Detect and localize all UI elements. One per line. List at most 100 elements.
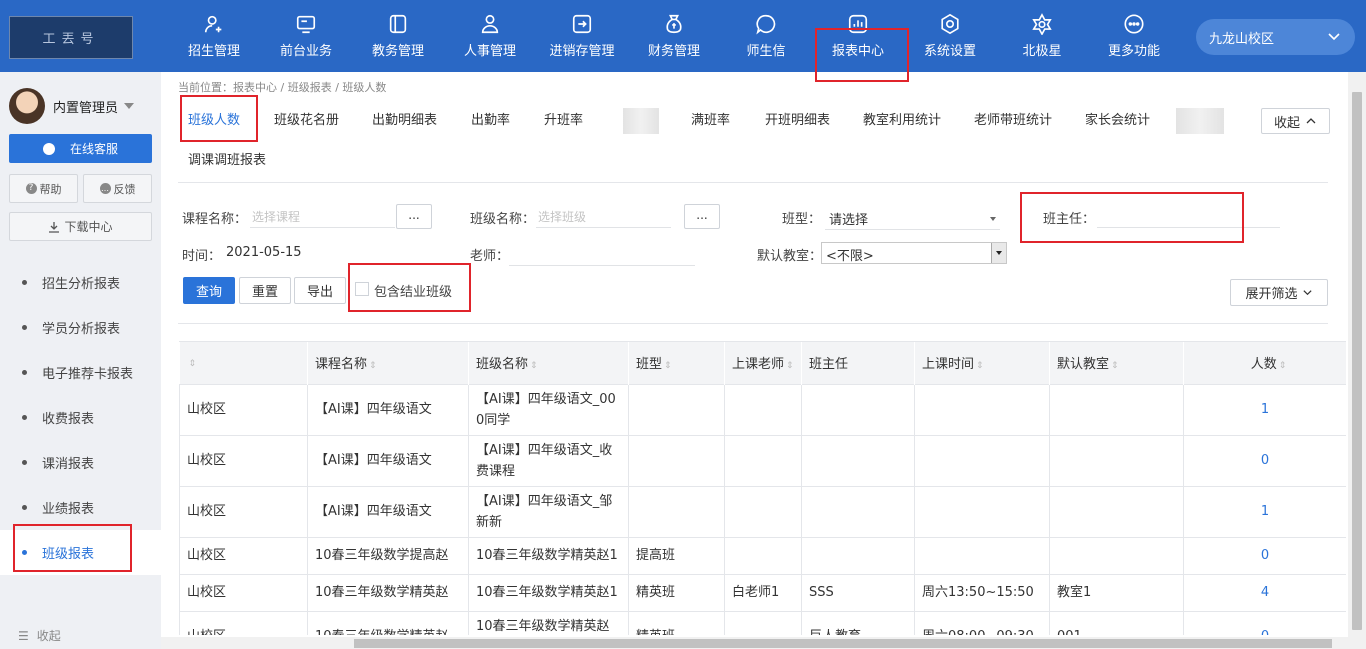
sidebar-item-class-report[interactable]: 班级报表 bbox=[0, 530, 161, 575]
tab-attendance-detail[interactable]: 出勤明细表 bbox=[372, 102, 437, 140]
reset-button[interactable]: 重置 bbox=[239, 277, 291, 304]
type-select-value: 请选择 bbox=[829, 213, 869, 228]
column-header[interactable]: 默认教室 ⇕ bbox=[1049, 342, 1184, 384]
column-header[interactable]: 班级名称 ⇕ bbox=[468, 342, 629, 384]
column-header[interactable]: 班型 ⇕ bbox=[628, 342, 725, 384]
head-teacher-input[interactable] bbox=[1097, 204, 1280, 228]
table-cell: 【AI课】四年级语文_000同学 bbox=[468, 383, 629, 436]
student-count-link[interactable]: 4 bbox=[1183, 573, 1346, 612]
table-row: 山校区 【AI课】四年级语文 【AI课】四年级语文_收费课程 0 bbox=[179, 434, 1346, 487]
tab-parent-meeting[interactable]: 家长会统计 bbox=[1085, 102, 1150, 140]
download-center-button[interactable]: 下载中心 bbox=[9, 212, 152, 241]
teacher-input[interactable] bbox=[509, 242, 695, 266]
column-header[interactable]: 上课时间 ⇕ bbox=[914, 342, 1050, 384]
bullet-icon bbox=[22, 550, 27, 555]
user-menu[interactable]: 内置管理员 bbox=[9, 88, 135, 124]
nav-item-reports[interactable]: 报表中心 bbox=[812, 0, 904, 72]
table-cell: 周六13:50~15:50 bbox=[914, 573, 1050, 612]
tab-promotion-rate[interactable]: 升班率 bbox=[544, 102, 583, 140]
table-cell bbox=[724, 434, 802, 487]
nav-item-messages[interactable]: 师生信 bbox=[720, 0, 812, 72]
column-header[interactable]: 课程名称 ⇕ bbox=[307, 342, 469, 384]
student-count-link[interactable]: 1 bbox=[1183, 485, 1346, 538]
horizontal-scrollbar[interactable] bbox=[161, 637, 1348, 649]
bullet-icon bbox=[22, 415, 27, 420]
tab-roster[interactable]: 班级花名册 bbox=[274, 102, 339, 140]
expand-filters-button[interactable]: 展开筛选 bbox=[1230, 279, 1328, 306]
tab-attendance-rate[interactable]: 出勤率 bbox=[471, 102, 510, 140]
feedback-label: 反馈 bbox=[113, 182, 136, 196]
type-select[interactable]: 请选择 bbox=[825, 206, 1000, 230]
query-button[interactable]: 查询 bbox=[183, 277, 235, 304]
sidebar-collapse-button[interactable]: ☰ 收起 bbox=[18, 627, 61, 644]
student-count-link[interactable]: 0 bbox=[1183, 536, 1346, 575]
help-button[interactable]: ? 帮助 bbox=[9, 174, 78, 203]
nav-item-academic[interactable]: 教务管理 bbox=[352, 0, 444, 72]
sidebar-item-enrollment-analysis[interactable]: 招生分析报表 bbox=[0, 260, 161, 305]
column-header-label: 人数 bbox=[1250, 357, 1277, 373]
vertical-scrollbar[interactable] bbox=[1348, 72, 1366, 649]
student-count-link[interactable]: 0 bbox=[1183, 434, 1346, 487]
tab-class-count[interactable]: 班级人数 bbox=[188, 102, 240, 140]
column-header-label: 班级名称 bbox=[476, 357, 529, 373]
sidebar-item-fee-report[interactable]: 收费报表 bbox=[0, 395, 161, 440]
collapse-tabs-button[interactable]: 收起 bbox=[1261, 108, 1330, 134]
table-cell bbox=[628, 485, 725, 538]
room-select[interactable]: <不限> bbox=[821, 242, 1007, 264]
sidebar-item-student-analysis[interactable]: 学员分析报表 bbox=[0, 305, 161, 350]
nav-item-hr[interactable]: 人事管理 bbox=[444, 0, 536, 72]
include-graduated-label[interactable]: 包含结业班级 bbox=[374, 281, 452, 300]
sidebar-item-performance-report[interactable]: 业绩报表 bbox=[0, 485, 161, 530]
student-count-link[interactable]: 0 bbox=[1183, 610, 1346, 635]
table-cell: 10春三年级数学精英赵 bbox=[307, 610, 469, 635]
column-header: 班主任 bbox=[801, 342, 915, 384]
nav-item-inventory[interactable]: 进销存管理 bbox=[536, 0, 628, 72]
nav-label: 师生信 bbox=[746, 44, 786, 59]
sort-icon: ⇕ bbox=[1111, 361, 1119, 372]
tab-opening-detail[interactable]: 开班明细表 bbox=[765, 102, 830, 140]
expand-filters-label: 展开筛选 bbox=[1245, 287, 1298, 302]
nav-item-finance[interactable]: 财务管理 bbox=[628, 0, 720, 72]
main-content: 当前位置：报表中心 / 班级报表 / 班级人数 班级人数 班级花名册 出勤明细表… bbox=[161, 72, 1366, 649]
nav-label: 进销存管理 bbox=[549, 44, 615, 59]
column-header[interactable]: ⇕ bbox=[179, 342, 308, 384]
collapse-tabs-label: 收起 bbox=[1273, 115, 1300, 131]
nav-item-settings[interactable]: 系统设置 bbox=[904, 0, 996, 72]
nav-item-enrollment[interactable]: 招生管理 bbox=[168, 0, 260, 72]
tab-transfer-report[interactable]: 调课调班报表 bbox=[188, 142, 266, 180]
main-nav: 招生管理 前台业务 教务管理 人事管理 进销存管理 财务管理 师生信 报表中心 bbox=[168, 0, 1180, 72]
company-logo[interactable]: 工丟号 bbox=[9, 16, 133, 59]
table-cell: 精英班 bbox=[628, 573, 725, 612]
table-cell: 教室1 bbox=[1049, 573, 1184, 612]
bullet-icon bbox=[22, 460, 27, 465]
tab-teacher-classes[interactable]: 老师带班统计 bbox=[974, 102, 1052, 140]
username: 内置管理员 bbox=[53, 100, 119, 116]
sort-icon: ⇕ bbox=[188, 359, 197, 370]
feedback-button[interactable]: … 反馈 bbox=[83, 174, 152, 203]
nav-item-more[interactable]: 更多功能 bbox=[1088, 0, 1180, 72]
tab-full-rate[interactable]: 满班率 bbox=[691, 102, 730, 140]
nav-item-polaris[interactable]: 北极星 bbox=[996, 0, 1088, 72]
sidebar-item-consumption-report[interactable]: 课消报表 bbox=[0, 440, 161, 485]
nav-item-front-desk[interactable]: 前台业务 bbox=[260, 0, 352, 72]
class-picker-button[interactable]: ... bbox=[684, 204, 720, 229]
class-input[interactable]: 选择班级 bbox=[536, 204, 671, 228]
scrollbar-thumb[interactable] bbox=[354, 639, 1332, 648]
report-menu: 招生分析报表 学员分析报表 电子推荐卡报表 收费报表 课消报表 业绩报表 班级报… bbox=[0, 260, 161, 575]
online-service-button[interactable]: 在线客服 bbox=[9, 134, 152, 163]
time-input[interactable]: 2021-05-15 bbox=[224, 241, 354, 265]
include-graduated-checkbox[interactable] bbox=[355, 282, 369, 296]
campus-selector[interactable]: 九龙山校区 bbox=[1196, 19, 1355, 55]
sidebar-item-referral-card[interactable]: 电子推荐卡报表 bbox=[0, 350, 161, 395]
course-input[interactable]: 选择课程 bbox=[250, 204, 395, 228]
course-picker-button[interactable]: ... bbox=[396, 204, 432, 229]
student-count-link[interactable]: 1 bbox=[1183, 383, 1346, 436]
caret-down-icon bbox=[124, 103, 135, 109]
sidebar-collapse-label: 收起 bbox=[36, 629, 61, 643]
column-header[interactable]: 人数 ⇕ bbox=[1183, 342, 1346, 384]
export-button[interactable]: 导出 bbox=[294, 277, 346, 304]
tab-room-usage[interactable]: 教室利用统计 bbox=[863, 102, 941, 140]
column-header[interactable]: 上课老师 ⇕ bbox=[724, 342, 802, 384]
scrollbar-thumb[interactable] bbox=[1352, 92, 1362, 630]
nav-label: 招生管理 bbox=[187, 44, 240, 59]
